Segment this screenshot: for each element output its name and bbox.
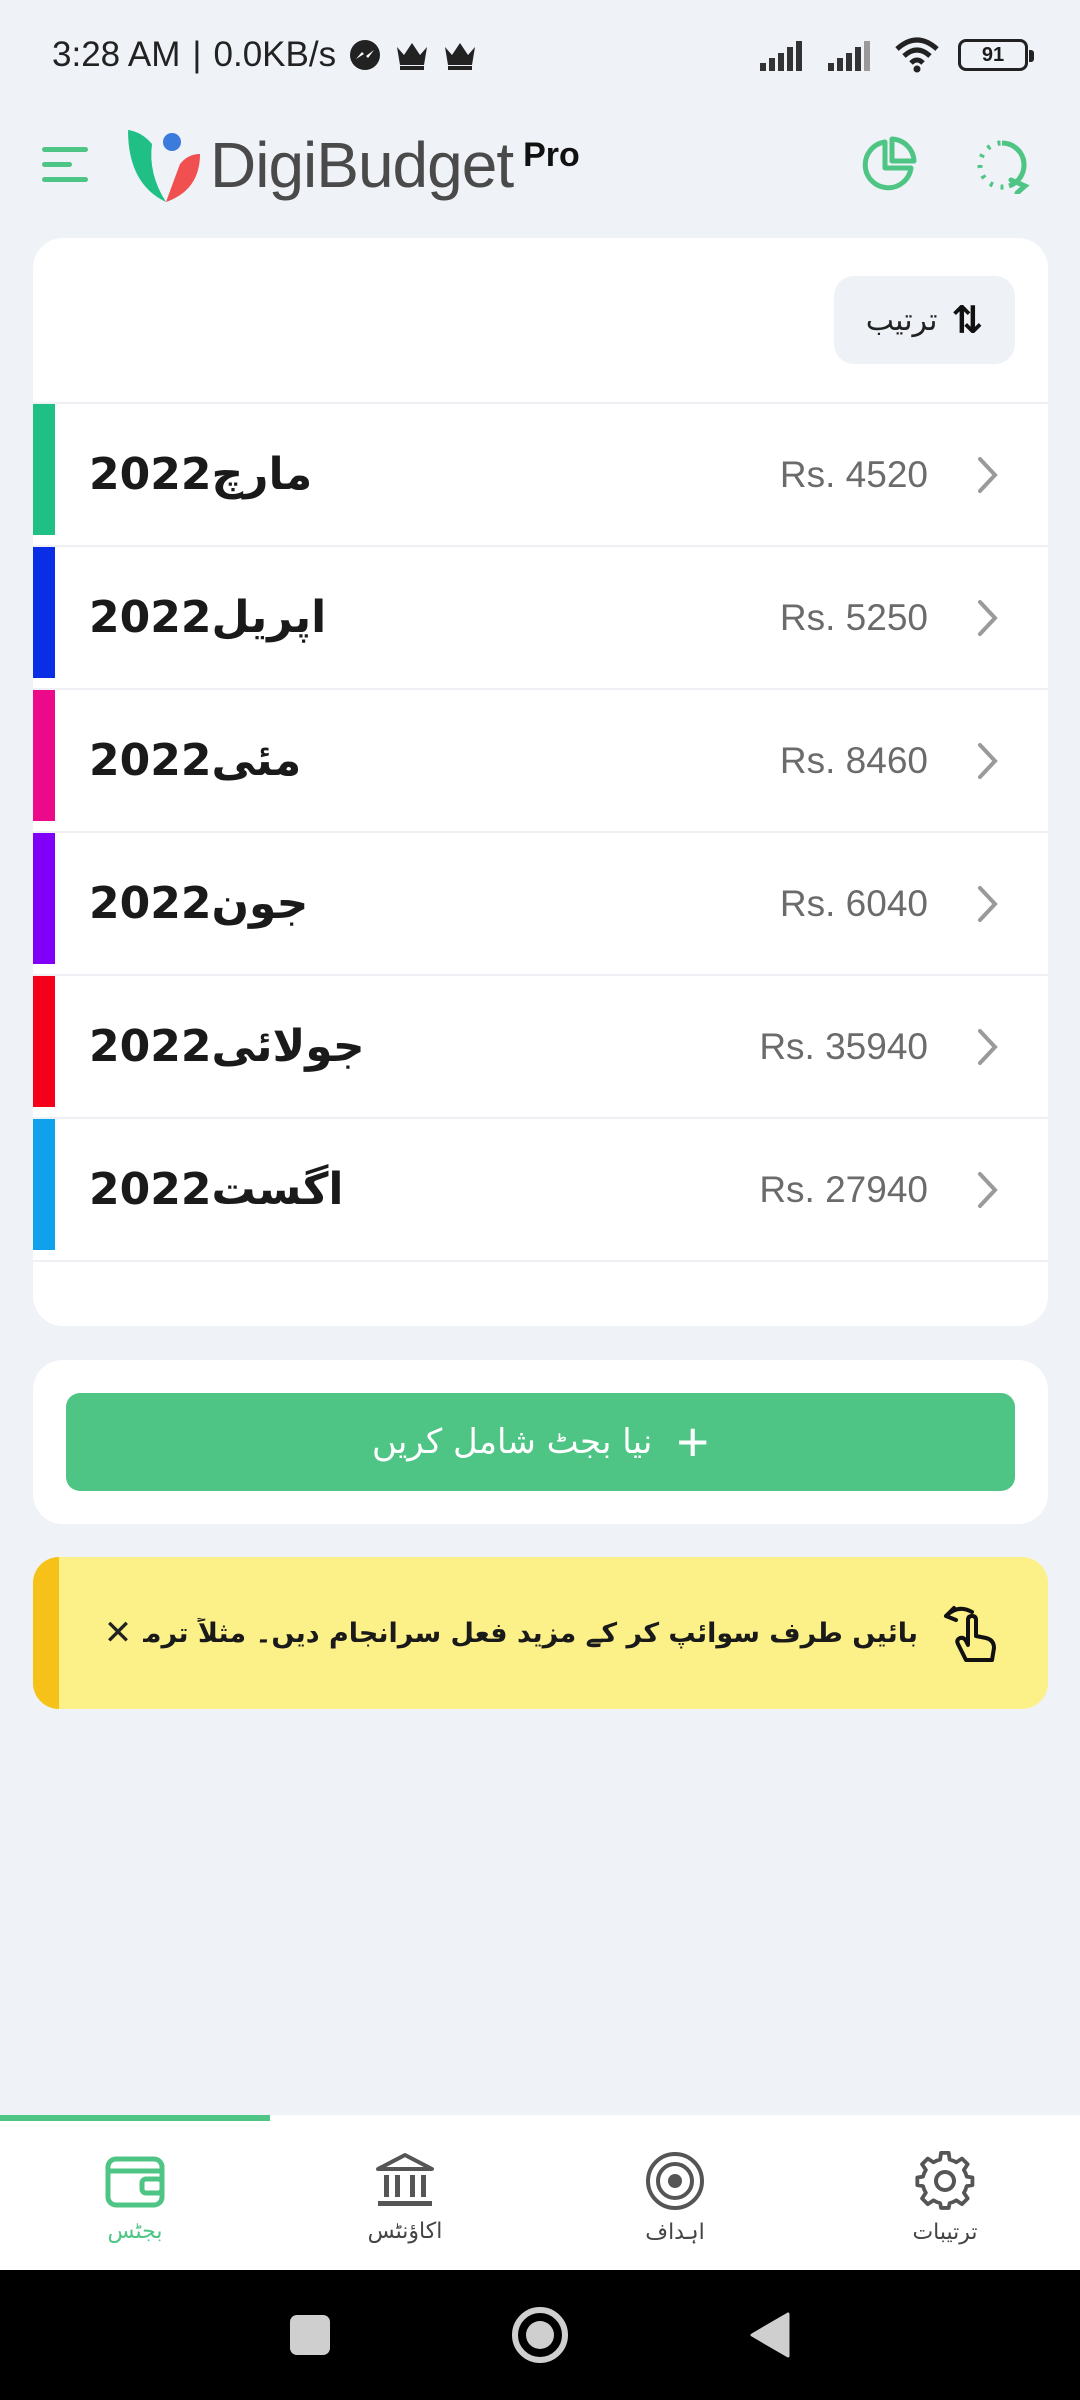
budget-amount: Rs. 5250: [779, 596, 928, 638]
budget-amount: Rs. 8460: [779, 739, 928, 781]
budget-amount: Rs. 6040: [779, 882, 928, 924]
active-tab-indicator: [0, 2115, 270, 2121]
budget-row[interactable]: مئی2022 Rs. 8460: [33, 690, 1048, 833]
digibudget-logo-icon: [128, 130, 200, 202]
signal-icon: [760, 41, 802, 71]
battery-level: 91: [981, 43, 1005, 66]
add-budget-label: نیا بجٹ شامل کریں: [371, 1422, 653, 1462]
gear-icon: [915, 2150, 975, 2210]
budget-title: جون2022: [89, 878, 309, 929]
sort-arrows-icon: ⇅: [951, 299, 984, 342]
home-button[interactable]: [505, 2300, 575, 2370]
budget-row[interactable]: مارچ2022 Rs. 4520: [33, 404, 1048, 547]
budget-title: اپریل2022: [89, 592, 327, 643]
budget-color-bar: [33, 833, 55, 964]
crown-icon: [445, 43, 476, 70]
nav-tab-settings[interactable]: ترتیبات: [810, 2115, 1080, 2270]
budget-row[interactable]: اگست2022 Rs. 27940: [33, 1119, 1048, 1262]
add-budget-button[interactable]: نیا بجٹ شامل کریں +: [66, 1393, 1015, 1491]
budget-amount: Rs. 27940: [759, 1168, 928, 1210]
bank-icon: [376, 2153, 434, 2206]
app-name: DigiBudget: [210, 129, 514, 201]
budget-list-card: ترتیب ⇅ مارچ2022 Rs. 4520 اپریل2022 Rs. …: [33, 238, 1048, 1326]
budget-amount: Rs. 4520: [779, 453, 928, 495]
app-screen: 3:28 AM | 0.0KB/s 91 DigiBudget Pro ترتی…: [0, 0, 1080, 2400]
budget-color-bar: [33, 976, 55, 1107]
budget-color-bar: [33, 547, 55, 678]
budget-title: مارچ2022: [89, 449, 313, 500]
status-bar: 3:28 AM | 0.0KB/s 91: [0, 0, 1080, 110]
add-budget-card: نیا بجٹ شامل کریں +: [33, 1360, 1048, 1524]
sync-button[interactable]: [970, 133, 1034, 197]
nav-label: ترتیبات: [912, 2220, 978, 2245]
budget-amount: Rs. 35940: [759, 1025, 928, 1067]
tip-accent-bar: [33, 1557, 59, 1709]
sync-icon: [977, 140, 1030, 194]
bottom-navigation: بجٹس اکاؤنٹس اہداف ترتیبات: [0, 2115, 1080, 2270]
wallet-icon: [105, 2156, 165, 2208]
nav-tab-accounts[interactable]: اکاؤنٹس: [270, 2115, 540, 2270]
nav-tab-goals[interactable]: اہداف: [540, 2115, 810, 2270]
status-left: 3:28 AM | 0.0KB/s: [52, 35, 478, 75]
system-navigation-bar: [0, 2270, 1080, 2400]
budget-row[interactable]: جولائی2022 Rs. 35940: [33, 976, 1048, 1119]
budget-row[interactable]: اپریل2022 Rs. 5250: [33, 547, 1048, 690]
status-right: 91: [758, 37, 1034, 73]
budget-color-bar: [33, 1119, 55, 1250]
back-triangle-icon: [750, 2312, 790, 2358]
chevron-right-icon: [968, 885, 1008, 923]
wifi-icon: [895, 37, 939, 73]
budget-color-bar: [33, 404, 55, 535]
budget-title: مئی2022: [89, 735, 302, 786]
status-network-speed: 0.0KB/s: [213, 35, 337, 74]
nav-label: اکاؤنٹس: [367, 2219, 443, 2244]
budget-title: اگست2022: [89, 1164, 344, 1215]
square-icon: [290, 2315, 330, 2355]
header-actions: [856, 133, 1034, 197]
nav-tab-budgets[interactable]: بجٹس: [0, 2115, 270, 2270]
close-tip-button[interactable]: ✕: [93, 1608, 143, 1658]
chevron-right-icon: [968, 456, 1008, 494]
status-time: 3:28 AM: [52, 35, 181, 74]
messenger-icon: [350, 40, 381, 70]
signal-icon: [828, 41, 870, 71]
chevron-right-icon: [968, 1028, 1008, 1066]
sort-button[interactable]: ترتیب ⇅: [834, 276, 1015, 364]
budget-title: جولائی2022: [89, 1021, 365, 1072]
swipe-hand-icon: [938, 1598, 1008, 1668]
sort-row: ترتیب ⇅: [33, 238, 1048, 404]
hamburger-icon: [42, 147, 88, 182]
swipe-tip-banner: ✕ بائیں طرف سوائپ کر کے مزید فعل سرانجام…: [33, 1557, 1048, 1709]
nav-label: بجٹس: [107, 2219, 163, 2244]
status-separator: |: [192, 35, 202, 74]
back-button[interactable]: [735, 2300, 805, 2370]
tip-text: بائیں طرف سوائپ کر کے مزید فعل سرانجام د…: [143, 1617, 918, 1649]
pro-badge: Pro: [523, 136, 580, 174]
app-logo: DigiBudget Pro: [124, 124, 580, 206]
plus-icon: +: [676, 1410, 710, 1473]
nav-label: اہداف: [645, 2220, 705, 2245]
chevron-right-icon: [968, 599, 1008, 637]
battery-icon: 91: [958, 39, 1034, 71]
menu-button[interactable]: [36, 135, 96, 195]
pie-chart-icon: [862, 136, 917, 191]
budget-color-bar: [33, 690, 55, 821]
circle-icon: [512, 2307, 568, 2363]
budget-row[interactable]: جون2022 Rs. 6040: [33, 833, 1048, 976]
recents-button[interactable]: [275, 2300, 345, 2370]
target-icon: [646, 2152, 704, 2210]
close-icon: ✕: [103, 1614, 133, 1652]
app-header: DigiBudget Pro: [0, 110, 1080, 220]
chevron-right-icon: [968, 1171, 1008, 1209]
chevron-right-icon: [968, 742, 1008, 780]
pie-chart-button[interactable]: [856, 133, 920, 197]
crown-icon: [397, 43, 428, 70]
sort-label: ترتیب: [865, 302, 938, 338]
